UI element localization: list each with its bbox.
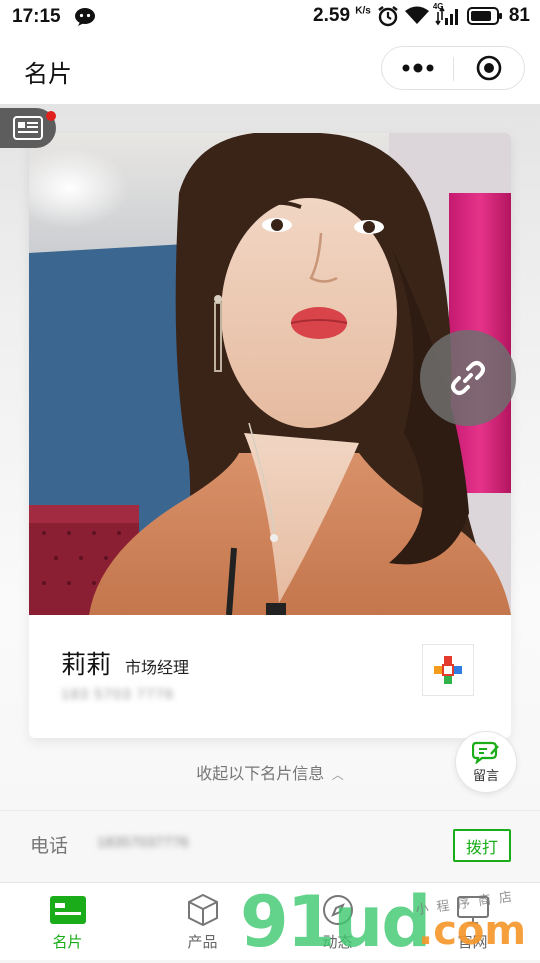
- compass-icon: [322, 895, 353, 925]
- miniprogram-capsule: [381, 46, 525, 90]
- company-logo[interactable]: [422, 644, 474, 696]
- more-button[interactable]: [382, 47, 454, 89]
- notification-badge: [46, 111, 56, 121]
- chevron-up-icon: ︿: [331, 768, 344, 782]
- message-button[interactable]: 留言: [455, 731, 517, 793]
- wechat-icon: [74, 7, 96, 27]
- tab-card[interactable]: 名片: [0, 883, 135, 961]
- dial-button[interactable]: 拨打: [453, 829, 511, 862]
- message-label: 留言: [472, 768, 499, 783]
- signal-icon: 4G: [433, 2, 461, 26]
- tab-label: 官网: [457, 934, 488, 951]
- share-link-button[interactable]: [420, 330, 516, 426]
- tab-label: 名片: [52, 934, 83, 951]
- network-speed-value: 2.59: [313, 5, 351, 26]
- card-icon: [49, 896, 86, 924]
- bottom-tab-bar: 名片 产品 动态 官网: [0, 882, 540, 960]
- alarm-icon: [377, 5, 399, 27]
- box-icon: [187, 893, 218, 927]
- company-logo-icon: [434, 656, 462, 684]
- more-dots-icon: [402, 63, 434, 73]
- message-edit-icon: [472, 741, 499, 764]
- phone-value: 18357037776: [97, 834, 189, 851]
- contact-name: 莉莉: [61, 651, 112, 679]
- network-speed: 2.59 K/s: [313, 5, 371, 27]
- tab-label: 产品: [187, 934, 218, 951]
- tab-label: 动态: [322, 934, 353, 951]
- close-miniprogram-button[interactable]: [454, 47, 524, 89]
- status-right: 2.59 K/s 4G 81: [313, 2, 530, 27]
- tab-products[interactable]: 产品: [135, 883, 270, 961]
- wifi-icon: [404, 6, 429, 26]
- collapse-label: 收起以下名片信息: [196, 766, 325, 783]
- phone-row: 电话 18357037776 拨打: [0, 810, 540, 882]
- page-title: 名片: [24, 61, 72, 88]
- target-close-icon: [476, 55, 502, 81]
- status-time: 17:15: [12, 6, 61, 27]
- contact-position: 市场经理: [125, 660, 190, 677]
- phone-label: 电话: [30, 836, 69, 857]
- contact-phone: 183 5703 7776: [61, 686, 175, 703]
- link-icon: [451, 361, 485, 395]
- status-bar: 17:15 2.59 K/s 4G 81: [0, 0, 540, 34]
- monitor-icon: [456, 896, 489, 924]
- network-speed-unit: K/s: [355, 5, 371, 17]
- title-bar: 名片: [0, 34, 540, 104]
- battery-level: 81: [508, 5, 530, 26]
- network-type: 4G: [432, 2, 444, 11]
- tab-moments[interactable]: 动态: [270, 883, 405, 961]
- battery-icon: [466, 7, 503, 25]
- card-list-icon: [13, 116, 43, 140]
- tab-website[interactable]: 官网: [405, 883, 540, 961]
